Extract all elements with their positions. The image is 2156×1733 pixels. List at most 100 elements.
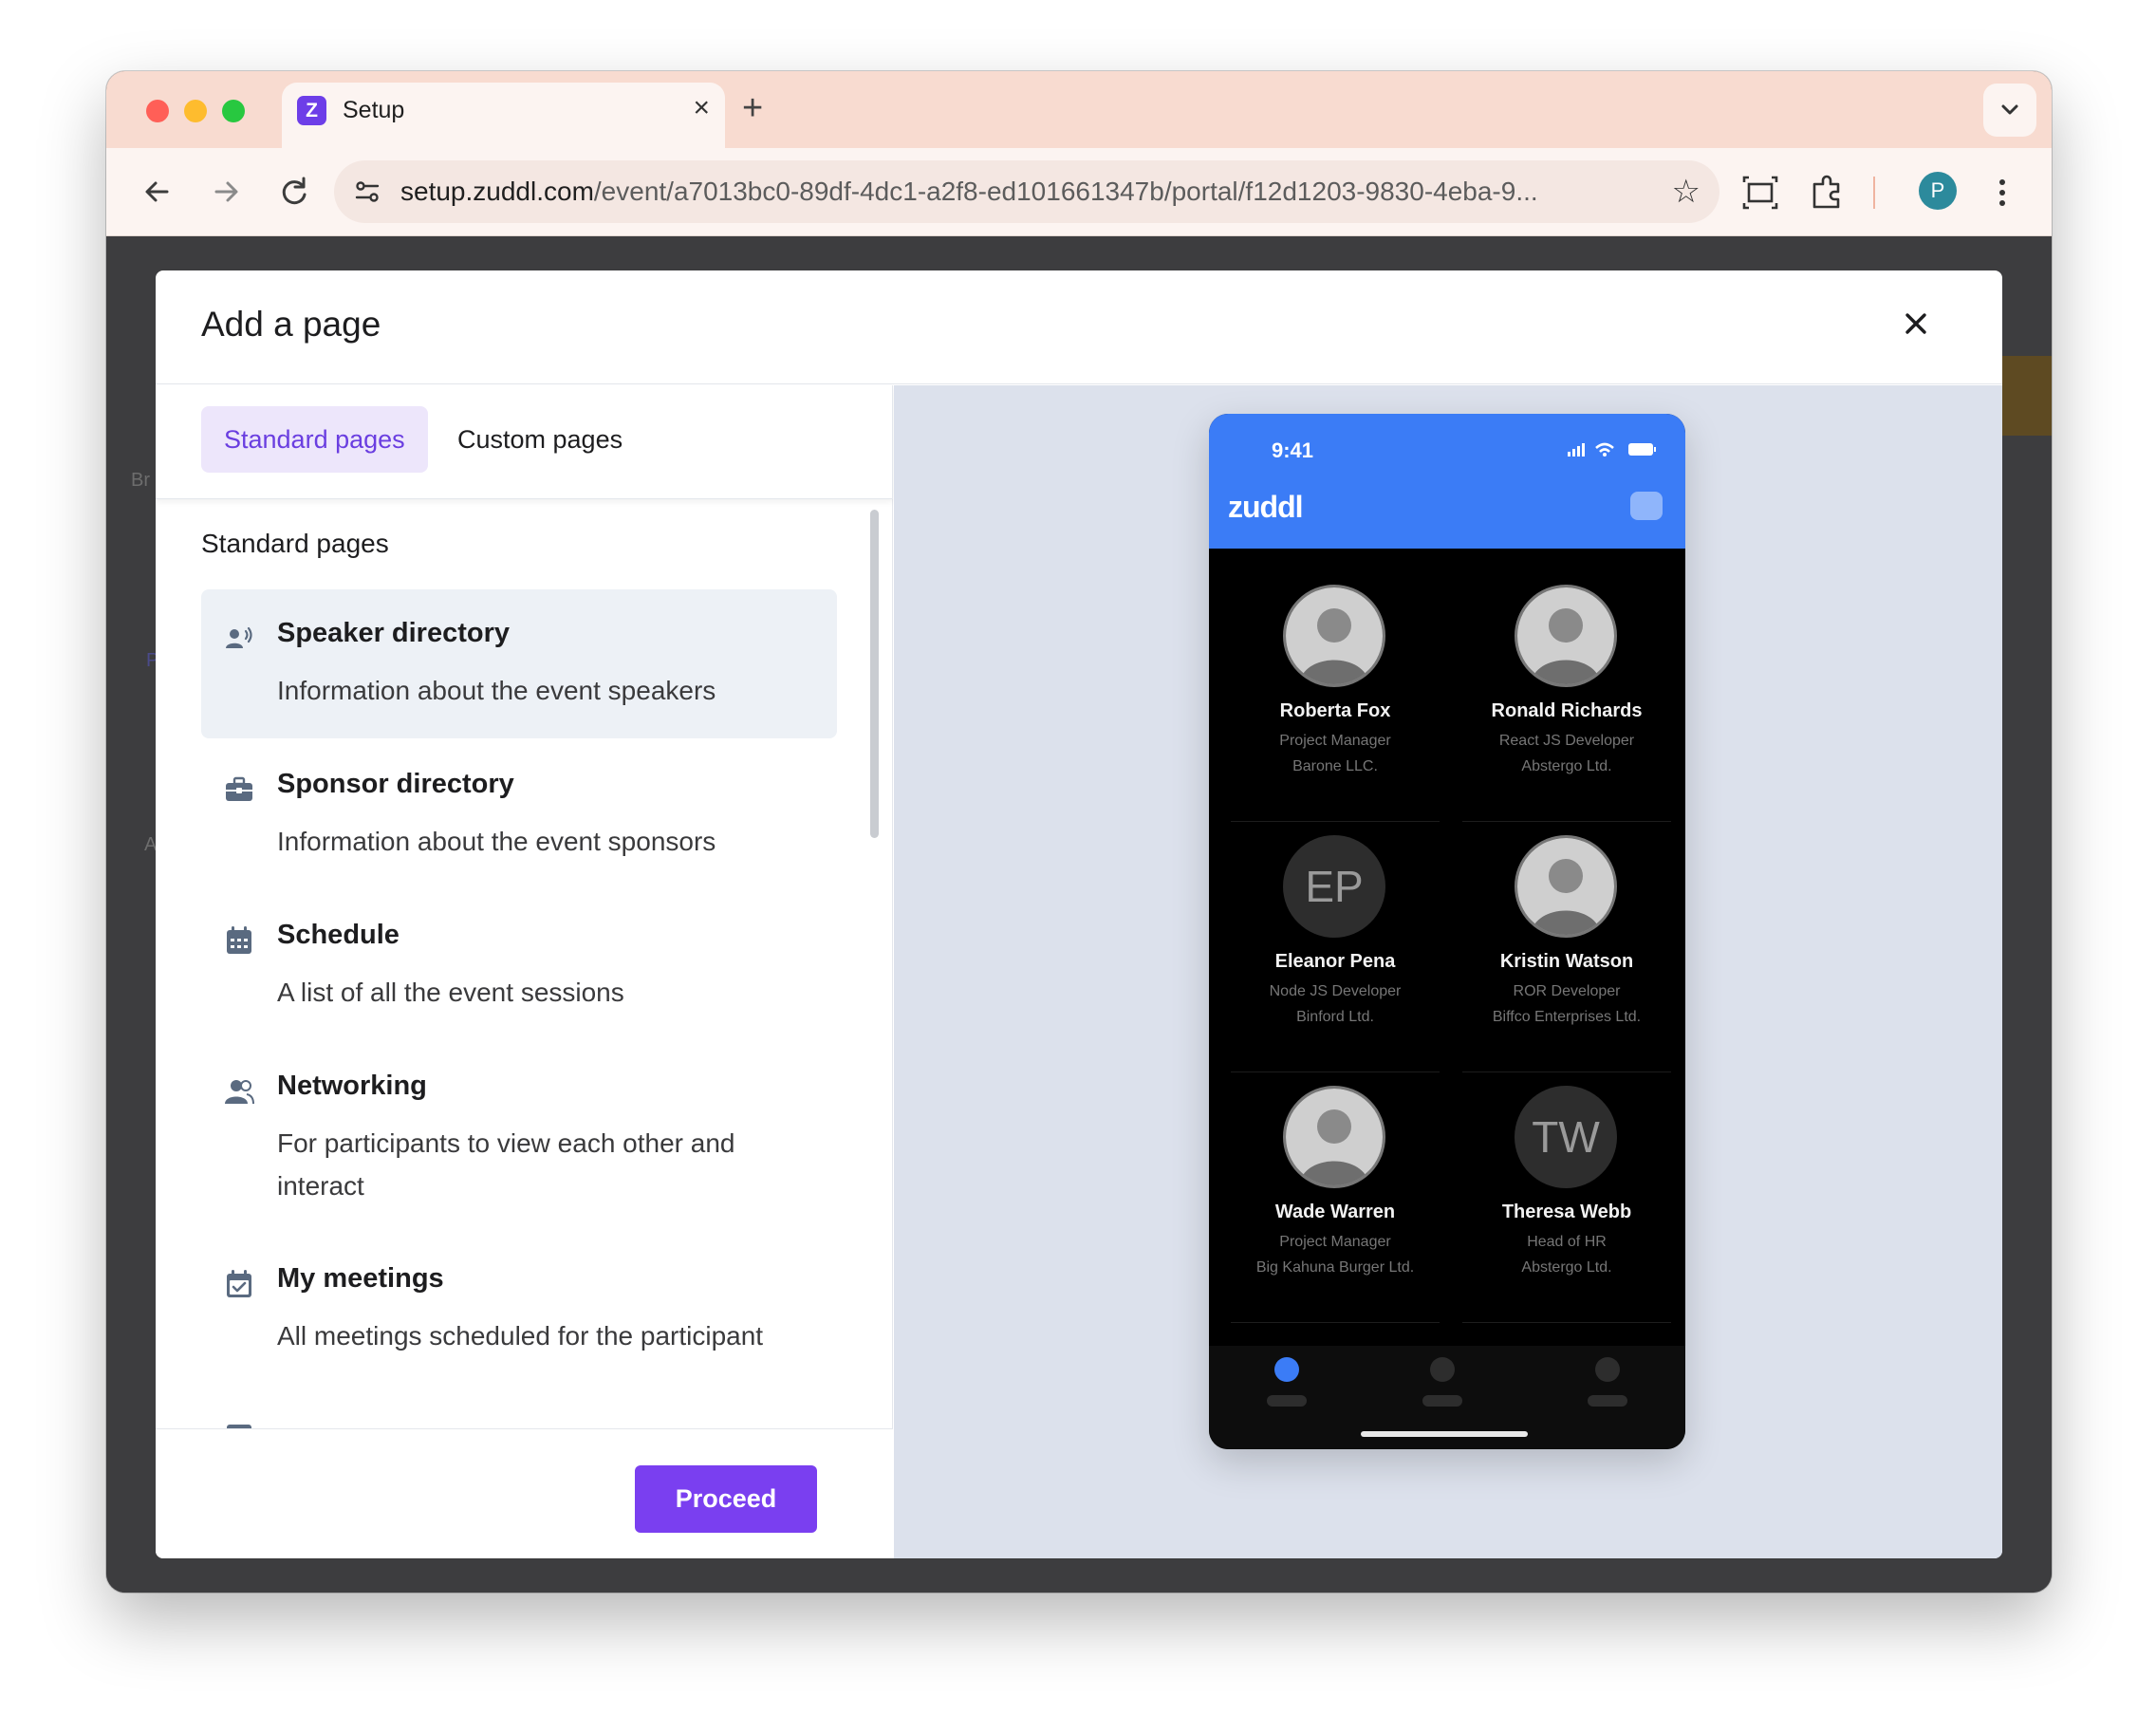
page-list[interactable]: Standard pages Speaker directory Informa…: [156, 500, 893, 1428]
browser-tab-setup[interactable]: Z Setup ×: [282, 83, 725, 151]
speaker-role: Node JS Developer: [1269, 983, 1402, 999]
background-banner: [1995, 356, 2052, 436]
nav-label: [1588, 1395, 1627, 1407]
proceed-button[interactable]: Proceed: [635, 1465, 817, 1533]
close-icon[interactable]: [1896, 304, 1936, 344]
section-title: Standard pages: [201, 529, 389, 558]
preview-pane: 9:41 zuddl Roberta Fox Project Manager Bar…: [894, 385, 2002, 1558]
list-scrollbar[interactable]: [870, 510, 879, 838]
tab-title: Setup: [343, 97, 405, 123]
page-option-partial[interactable]: [201, 1386, 837, 1428]
close-window-button[interactable]: [146, 100, 169, 122]
minimize-window-button[interactable]: [184, 100, 207, 122]
speaker-photo-avatar: [1515, 835, 1617, 938]
speaker-photo-avatar: [1515, 585, 1617, 687]
speaker-name: Wade Warren: [1274, 1202, 1396, 1222]
page-type-tabs: Standard pages Custom pages: [156, 385, 893, 499]
speaker-role: Project Manager: [1279, 733, 1391, 749]
nav-menu-icon: [1595, 1357, 1620, 1382]
page-content: Br P A Add a page Standard pages Custom …: [106, 236, 2052, 1593]
speaker-card: Kristin Watson ROR Developer Biffco Enterp…: [1462, 835, 1671, 1072]
url-text: setup.zuddl.com/event/a7013bc0-89df-4dc1…: [400, 177, 1538, 207]
calendar-check-icon: [227, 1270, 251, 1297]
background-text: Br: [131, 470, 150, 491]
page-option-title: Speaker directory: [277, 618, 511, 648]
speaker-card: TW Theresa Webb Head of HR Abstergo Ltd.: [1462, 1086, 1671, 1323]
speaker-initials-avatar: EP: [1283, 835, 1385, 938]
page-option-title: Networking: [277, 1071, 427, 1101]
status-icons: [1568, 442, 1656, 457]
page-option-networking[interactable]: Networking For participants to view each…: [201, 1042, 837, 1232]
speaker-card: Ronald Richards React JS Developer Absterg…: [1462, 585, 1671, 822]
speaker-role: Head of HR: [1527, 1234, 1607, 1250]
zuddl-logo: zuddl: [1228, 490, 1304, 524]
page-option-description: Information about the event speakers: [277, 676, 716, 705]
speaker-name: Eleanor Pena: [1274, 951, 1396, 972]
mobile-header: 9:41 zuddl: [1209, 414, 1685, 549]
speaker-photo-avatar: [1283, 585, 1385, 687]
more-menu-icon[interactable]: [1980, 171, 2024, 214]
arrow-left-icon: [145, 181, 169, 202]
speaker-company: Big Kahuna Burger Ltd.: [1255, 1259, 1415, 1276]
speaker-icon: [226, 626, 252, 648]
chevron-down-icon: [2001, 104, 2018, 115]
modal-footer: Proceed: [156, 1428, 893, 1558]
url-host: setup.zuddl.com: [400, 177, 594, 206]
page-option-title: My meetings: [277, 1263, 444, 1294]
speaker-company: Binford Ltd.: [1296, 1009, 1374, 1025]
people-icon: [225, 1080, 254, 1105]
mobile-bottom-nav: [1209, 1346, 1685, 1449]
tab-custom-pages[interactable]: Custom pages: [435, 406, 645, 473]
tab-standard-pages[interactable]: Standard pages: [201, 406, 428, 473]
speaker-name: Theresa Webb: [1501, 1202, 1632, 1222]
site-settings-icon[interactable]: [353, 177, 381, 206]
page-option-title: Schedule: [277, 920, 400, 950]
page-option-my-meetings[interactable]: My meetings All meetings scheduled for t…: [201, 1235, 837, 1384]
url-path: /event/a7013bc0-89df-4dc1-a2f8-ed1016613…: [593, 177, 1538, 206]
speaker-photo-avatar: [1283, 1086, 1385, 1188]
page-option-speaker-directory[interactable]: Speaker directory Information about the …: [201, 589, 837, 738]
page-option-title: Sponsor directory: [277, 769, 514, 799]
speaker-company: Barone LLC.: [1292, 758, 1378, 774]
address-bar[interactable]: setup.zuddl.com/event/a7013bc0-89df-4dc1…: [334, 160, 1719, 223]
extensions-puzzle-icon[interactable]: [1805, 171, 1849, 214]
speaker-name: Ronald Richards: [1491, 700, 1643, 721]
browser-toolbar: setup.zuddl.com/event/a7013bc0-89df-4dc1…: [106, 148, 2052, 236]
speaker-role: React JS Developer: [1498, 733, 1635, 749]
bookmark-star-icon[interactable]: ☆: [1672, 173, 1701, 211]
profile-avatar[interactable]: P: [1919, 172, 1957, 210]
modal-header: Add a page: [156, 270, 2002, 384]
tab-search-button[interactable]: [1983, 84, 2036, 137]
close-tab-icon[interactable]: ×: [693, 92, 710, 124]
speaker-name: Roberta Fox: [1279, 700, 1391, 721]
screenshot-icon[interactable]: [1738, 171, 1782, 214]
page-option-description: A list of all the event sessions: [277, 978, 624, 1007]
add-page-modal: Add a page Standard pages Custom pages S…: [156, 270, 2002, 1558]
speaker-role: Project Manager: [1279, 1234, 1391, 1250]
page-option-schedule[interactable]: Schedule A list of all the event session…: [201, 891, 837, 1040]
back-button[interactable]: [135, 169, 180, 214]
speaker-card: Wade Warren Project Manager Big Kahuna Bur…: [1231, 1086, 1440, 1323]
reload-icon: [282, 177, 307, 205]
speaker-initials-avatar: TW: [1515, 1086, 1617, 1188]
speaker-company: Biffco Enterprises Ltd.: [1492, 1009, 1642, 1025]
modal-title: Add a page: [201, 305, 381, 344]
maximize-window-button[interactable]: [222, 100, 245, 122]
browser-window: Z Setup × + setup.zuddl.com/event/a7013b…: [106, 71, 2052, 1593]
new-tab-button[interactable]: +: [742, 88, 763, 129]
zuddl-favicon-icon: Z: [297, 96, 326, 125]
nav-label: [1422, 1395, 1462, 1407]
reload-button[interactable]: [271, 169, 317, 214]
mobile-preview: 9:41 zuddl Roberta Fox Project Manager Bar…: [1209, 414, 1685, 1449]
speaker-company: Abstergo Ltd.: [1521, 1259, 1612, 1276]
nav-label: [1267, 1395, 1307, 1407]
page-list-pane: Standard pages Custom pages Standard pag…: [156, 385, 893, 1558]
page-option-description: For participants to view each other and …: [277, 1128, 735, 1201]
briefcase-icon: [226, 776, 252, 801]
nav-home-icon: [1274, 1357, 1299, 1382]
speaker-name: Kristin Watson: [1499, 951, 1634, 972]
toolbar-divider: [1873, 177, 1875, 209]
status-time: 9:41: [1272, 438, 1314, 462]
page-option-sponsor-directory[interactable]: Sponsor directory Information about the …: [201, 740, 837, 889]
forward-button[interactable]: [203, 169, 249, 214]
